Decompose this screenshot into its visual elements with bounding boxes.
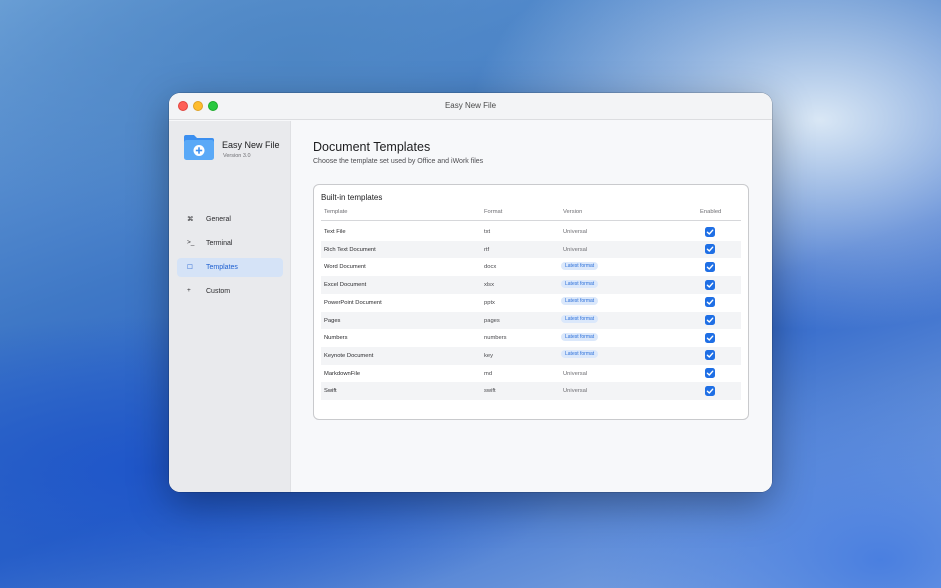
checkmark-icon	[706, 246, 714, 252]
enabled-checkbox[interactable]	[705, 244, 715, 255]
table-row: Rich Text Document rtf Universal	[321, 240, 741, 259]
template-format: pages	[484, 317, 500, 324]
column-header-template: Template	[324, 209, 348, 215]
template-name: Keynote Document	[324, 352, 374, 359]
checkmark-icon	[706, 299, 714, 305]
checkmark-icon	[706, 352, 714, 359]
app-window: Easy New File Easy New File Version 3.0 …	[169, 93, 772, 492]
checkmark-icon	[706, 335, 714, 341]
enabled-checkbox[interactable]	[705, 350, 715, 361]
template-name: Swift	[324, 388, 337, 395]
version-badge: Latest format	[561, 332, 599, 341]
enabled-checkbox[interactable]	[705, 385, 715, 396]
template-format: rtf	[484, 246, 490, 253]
template-version: Universal	[563, 229, 588, 235]
table-row: Keynote Document key Latest format	[321, 346, 741, 365]
main-content: Document Templates Choose the template s…	[292, 121, 772, 492]
version-badge: Latest format	[561, 279, 599, 288]
checkmark-icon	[706, 282, 714, 288]
template-name: Pages	[324, 317, 341, 324]
version-badge: Latest format	[561, 315, 599, 323]
column-header-enabled: Enabled	[700, 209, 722, 215]
template-name: MarkdownFile	[324, 370, 361, 377]
enabled-checkbox[interactable]	[705, 368, 715, 379]
column-header-version: Version	[563, 209, 583, 215]
checkmark-icon	[706, 388, 714, 394]
version-badge: Latest format	[561, 297, 599, 306]
title-bar: Easy New File	[169, 93, 772, 120]
template-format: xlsx	[484, 282, 494, 289]
table-row: Text File txt Universal	[321, 223, 741, 241]
enabled-checkbox[interactable]	[705, 279, 715, 290]
column-header-format: Format	[484, 209, 503, 215]
table-row: PowerPoint Document pptx Latest format	[321, 294, 741, 312]
template-format: md	[484, 370, 493, 377]
card-title: Built-in templates	[321, 193, 383, 202]
version-badge: Latest format	[561, 261, 599, 270]
table-row: MarkdownFile md Universal	[321, 365, 741, 383]
window-title: Easy New File	[444, 101, 497, 110]
template-version: Universal	[563, 370, 588, 377]
sidebar: Easy New File Version 3.0 ⌘ General >_ T…	[169, 121, 291, 492]
enabled-checkbox[interactable]	[705, 261, 715, 272]
template-format: key	[484, 352, 494, 359]
terminal-icon: >_	[187, 239, 195, 246]
template-format: numbers	[484, 335, 507, 342]
app-version: Version 3.0	[223, 153, 251, 159]
sidebar-item-label: Templates	[206, 263, 238, 271]
table-row: Pages pages Latest format	[321, 311, 741, 330]
plus-icon: +	[187, 287, 191, 294]
table-row: Word Document docx Latest format	[321, 258, 741, 276]
sidebar-item-custom[interactable]: + Custom	[177, 282, 283, 301]
enabled-checkbox[interactable]	[705, 226, 715, 237]
templates-card: Built-in templates Template Format Versi…	[313, 184, 749, 420]
table-row: Numbers numbers Latest format	[321, 329, 741, 347]
enabled-checkbox[interactable]	[705, 297, 715, 308]
enabled-checkbox[interactable]	[705, 315, 715, 325]
command-icon: ⌘	[187, 216, 194, 223]
template-format: docx	[484, 264, 497, 271]
sidebar-item-label: Custom	[206, 287, 231, 295]
template-format: swift	[484, 388, 496, 395]
table-row: Swift swift Universal	[321, 382, 741, 400]
sidebar-item-templates[interactable]: ☐ Templates	[177, 258, 283, 277]
template-format: txt	[484, 229, 491, 235]
checkmark-icon	[706, 264, 714, 270]
folder-icon	[183, 133, 215, 161]
page-title: Document Templates	[313, 140, 431, 154]
template-name: Numbers	[324, 335, 348, 342]
enabled-checkbox[interactable]	[705, 332, 715, 343]
sidebar-item-general[interactable]: ⌘ General	[177, 210, 283, 229]
checkmark-icon	[706, 370, 714, 376]
page-subtitle: Choose the template set used by Office a…	[313, 158, 484, 165]
checkmark-icon	[706, 229, 714, 235]
document-icon: ☐	[187, 264, 193, 271]
version-badge: Latest format	[561, 350, 599, 359]
template-format: pptx	[484, 299, 495, 306]
checkmark-icon	[706, 317, 714, 323]
sidebar-item-label: Terminal	[206, 239, 233, 247]
template-name: Word Document	[324, 264, 366, 271]
template-name: Rich Text Document	[324, 246, 376, 253]
template-name: Excel Document	[324, 282, 367, 289]
header-divider	[321, 220, 741, 221]
table-row: Excel Document xlsx Latest format	[321, 276, 741, 294]
template-version: Universal	[563, 388, 588, 395]
template-name: PowerPoint Document	[324, 299, 382, 306]
sidebar-item-terminal[interactable]: >_ Terminal	[177, 234, 283, 253]
app-name: Easy New File	[222, 140, 280, 150]
template-version: Universal	[563, 246, 588, 253]
template-name: Text File	[324, 229, 346, 235]
sidebar-item-label: General	[206, 215, 231, 223]
